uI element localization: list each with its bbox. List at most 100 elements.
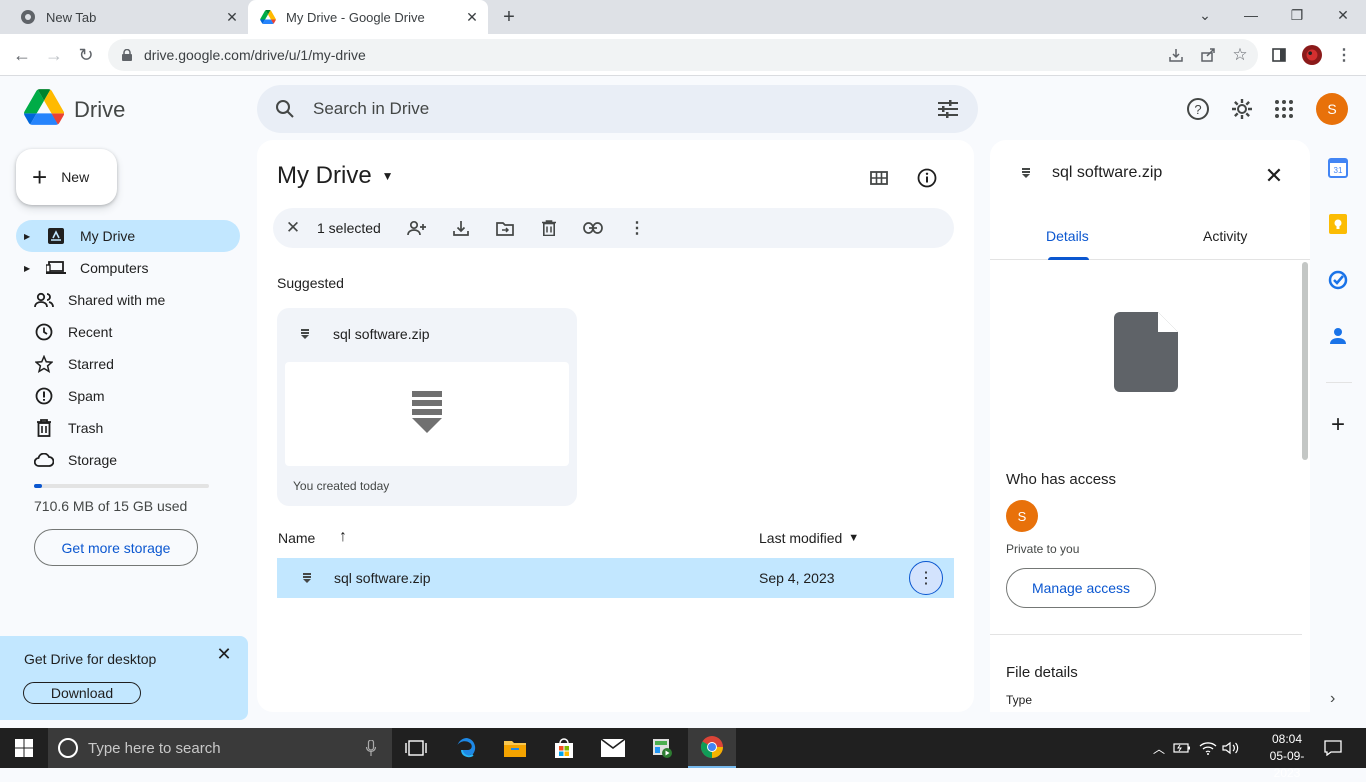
details-scrollbar[interactable] xyxy=(1302,262,1308,460)
clear-selection-icon[interactable]: ✕ xyxy=(283,218,303,238)
grid-view-icon[interactable] xyxy=(867,166,891,190)
sidebar-item-shared-with-me[interactable]: Shared with me xyxy=(16,284,240,316)
microphone-icon[interactable] xyxy=(364,738,378,758)
name-column-header[interactable]: Name xyxy=(278,530,315,546)
search-bar[interactable] xyxy=(257,85,978,133)
new-button[interactable]: + New xyxy=(16,149,117,205)
file-explorer-icon[interactable] xyxy=(491,728,539,768)
windows-start-icon[interactable] xyxy=(0,728,48,768)
chrome-menu-icon[interactable]: ⋮ xyxy=(1334,45,1354,65)
windows-taskbar: ︿ 08:04 05-09-2023 xyxy=(0,728,1366,780)
owner-avatar: S xyxy=(1006,500,1038,532)
access-status-text: Private to you xyxy=(1006,542,1080,556)
close-tab-icon[interactable]: ✕ xyxy=(464,9,480,25)
settings-gear-icon[interactable] xyxy=(1229,96,1255,122)
taskbar-search-input[interactable] xyxy=(88,739,348,757)
back-arrow-icon[interactable]: ← xyxy=(8,41,36,69)
more-actions-icon[interactable]: ⋮ xyxy=(627,218,647,238)
active-tab-indicator xyxy=(1048,257,1089,260)
help-icon[interactable]: ? xyxy=(1185,96,1211,122)
download-button[interactable]: Download xyxy=(23,682,141,704)
reload-icon[interactable]: ↻ xyxy=(72,41,100,69)
tab-activity[interactable]: Activity xyxy=(1203,228,1247,244)
tab-title: My Drive - Google Drive xyxy=(286,9,425,25)
chrome-taskbar-icon[interactable] xyxy=(688,728,736,768)
close-promo-icon[interactable]: ✕ xyxy=(214,644,234,664)
restore-icon[interactable]: ❐ xyxy=(1274,0,1320,30)
wifi-icon[interactable] xyxy=(1199,738,1217,758)
search-icon[interactable] xyxy=(273,97,297,121)
get-more-storage-button[interactable]: Get more storage xyxy=(34,529,198,566)
minimize-icon[interactable]: — xyxy=(1228,0,1274,30)
microsoft-store-icon[interactable] xyxy=(540,728,588,768)
suggested-file-card[interactable]: sql software.zip You created today xyxy=(277,308,577,506)
side-panel-icon[interactable] xyxy=(1269,45,1289,65)
sidebar-item-trash[interactable]: Trash xyxy=(16,412,240,444)
close-details-icon[interactable]: ✕ xyxy=(1262,163,1286,188)
download-icon[interactable] xyxy=(451,218,471,238)
move-to-folder-icon[interactable] xyxy=(495,218,515,238)
taskbar-search-box[interactable] xyxy=(48,728,392,768)
row-more-actions-icon[interactable]: ⋮ xyxy=(909,561,943,595)
desktop-promo-banner: Get Drive for desktop ✕ Download xyxy=(0,636,248,720)
copy-link-icon[interactable] xyxy=(583,218,603,238)
sidebar-item-my-drive[interactable]: ▶ My Drive xyxy=(16,220,240,252)
contacts-icon[interactable] xyxy=(1327,325,1349,347)
close-window-icon[interactable]: ✕ xyxy=(1320,0,1366,30)
apps-grid-icon[interactable] xyxy=(1271,96,1297,122)
keep-icon[interactable] xyxy=(1327,213,1349,235)
share-icon[interactable] xyxy=(1198,45,1218,65)
tab-new-tab[interactable]: New Tab ✕ xyxy=(8,0,248,34)
address-bar[interactable]: drive.google.com/drive/u/1/my-drive xyxy=(108,39,1258,71)
tab-search-chevron-icon[interactable]: ⌄ xyxy=(1182,0,1228,30)
sort-arrow-up-icon[interactable]: ↑ xyxy=(339,528,347,546)
close-tab-icon[interactable]: ✕ xyxy=(224,9,240,25)
sidebar-item-starred[interactable]: Starred xyxy=(16,348,240,380)
last-modified-column-header[interactable]: Last modified ▼ xyxy=(759,530,859,546)
who-has-access-heading: Who has access xyxy=(1006,471,1117,488)
install-app-icon[interactable] xyxy=(1166,45,1186,65)
sidebar-item-recent[interactable]: Recent xyxy=(16,316,240,348)
dropdown-arrow-icon: ▼ xyxy=(381,169,394,183)
tasks-icon[interactable] xyxy=(1327,269,1349,291)
bookmark-star-icon[interactable]: ☆ xyxy=(1230,45,1250,65)
search-input[interactable] xyxy=(313,99,913,119)
drive-logo[interactable]: Drive xyxy=(24,89,125,130)
share-person-add-icon[interactable] xyxy=(407,218,427,238)
taskbar-clock[interactable]: 08:04 05-09-2023 xyxy=(1258,731,1316,782)
show-hidden-icons-icon[interactable]: ︿ xyxy=(1150,738,1168,758)
battery-icon[interactable] xyxy=(1173,738,1191,758)
account-avatar[interactable]: S xyxy=(1316,93,1348,125)
calendar-icon[interactable]: 31 xyxy=(1327,157,1349,179)
media-app-icon[interactable] xyxy=(638,728,686,768)
chevron-right-icon[interactable]: › xyxy=(1330,690,1335,708)
tab-details[interactable]: Details xyxy=(1046,228,1089,244)
expand-caret-icon[interactable]: ▶ xyxy=(24,232,36,241)
manage-access-button[interactable]: Manage access xyxy=(1006,568,1156,608)
task-view-icon[interactable] xyxy=(392,728,440,768)
forward-arrow-icon[interactable]: → xyxy=(40,41,68,69)
chrome-icon xyxy=(20,9,36,25)
delete-icon[interactable] xyxy=(539,218,559,238)
zip-preview-icon xyxy=(412,390,442,438)
table-row[interactable]: sql software.zip Sep 4, 2023 ⋮ xyxy=(277,558,954,598)
sidebar-item-spam[interactable]: Spam xyxy=(16,380,240,412)
add-addon-plus-icon[interactable]: + xyxy=(1327,411,1349,438)
drive-logo-icon xyxy=(24,89,65,130)
info-icon[interactable] xyxy=(915,166,939,190)
volume-icon[interactable] xyxy=(1222,738,1240,758)
search-filters-icon[interactable] xyxy=(936,97,960,121)
profile-avatar-icon[interactable] xyxy=(1302,45,1322,65)
file-details-heading: File details xyxy=(1006,664,1078,681)
notification-center-icon[interactable] xyxy=(1322,737,1344,759)
sidebar-item-storage[interactable]: Storage xyxy=(16,444,240,476)
mail-icon[interactable] xyxy=(589,728,637,768)
expand-caret-icon[interactable]: ▶ xyxy=(24,264,36,273)
my-drive-title-dropdown[interactable]: My Drive ▼ xyxy=(277,162,394,190)
edge-browser-icon[interactable] xyxy=(443,728,491,768)
sidebar-item-label: Spam xyxy=(68,388,105,404)
tab-google-drive[interactable]: My Drive - Google Drive ✕ xyxy=(248,0,488,34)
sidebar-item-computers[interactable]: ▶ Computers xyxy=(16,252,240,284)
new-button-label: New xyxy=(61,169,90,185)
new-tab-button[interactable]: + xyxy=(497,6,521,28)
